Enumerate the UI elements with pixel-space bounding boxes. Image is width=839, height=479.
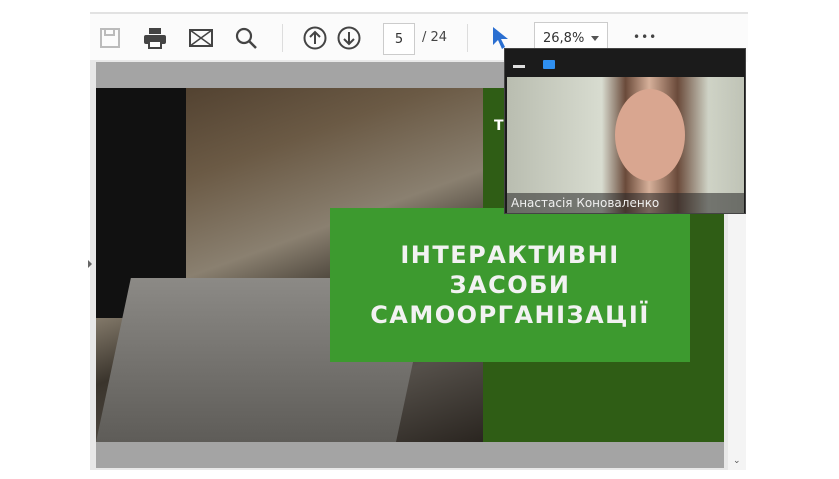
page-gap — [96, 442, 724, 468]
maximize-icon[interactable] — [543, 60, 555, 69]
divider — [467, 24, 468, 52]
video-call-overlay[interactable]: Анастасія Коноваленко — [504, 48, 746, 214]
page-total: / 24 — [422, 30, 448, 45]
slide-title-line: ІНТЕРАКТИВНІ — [400, 241, 620, 269]
slide-partial-text: Т — [494, 118, 504, 134]
divider — [282, 24, 283, 52]
email-button[interactable] — [187, 24, 215, 52]
chevron-down-icon — [591, 36, 599, 41]
search-icon — [235, 27, 257, 49]
search-button[interactable] — [232, 24, 260, 52]
zoom-value: 26,8% — [543, 30, 585, 46]
slide-title-line: САМООРГАНІЗАЦІЇ — [370, 301, 650, 329]
slide-title-line: ЗАСОБИ — [449, 271, 571, 299]
chevron-down-icon[interactable]: ⌄ — [733, 456, 741, 466]
slide-title-box: ІНТЕРАКТИВНІ ЗАСОБИ САМООРГАНІЗАЦІЇ — [330, 208, 690, 362]
print-icon — [144, 28, 166, 49]
print-button[interactable] — [141, 24, 169, 52]
arrow-down-circle-icon — [337, 26, 361, 50]
more-options-button[interactable]: ••• — [633, 30, 657, 44]
save-icon — [100, 28, 120, 48]
save-button[interactable] — [96, 24, 124, 52]
participant-name: Анастасія Коноваленко — [507, 193, 744, 213]
participant-face — [615, 89, 685, 181]
cursor-arrow-icon — [493, 27, 508, 49]
minimize-icon[interactable] — [513, 65, 525, 68]
next-page-button[interactable] — [335, 24, 363, 52]
previous-page-button[interactable] — [301, 24, 329, 52]
left-panel-toggle-icon[interactable] — [88, 260, 92, 268]
page-number-input[interactable]: 5 — [383, 23, 415, 55]
arrow-up-circle-icon — [303, 26, 327, 50]
mail-icon — [189, 29, 213, 47]
